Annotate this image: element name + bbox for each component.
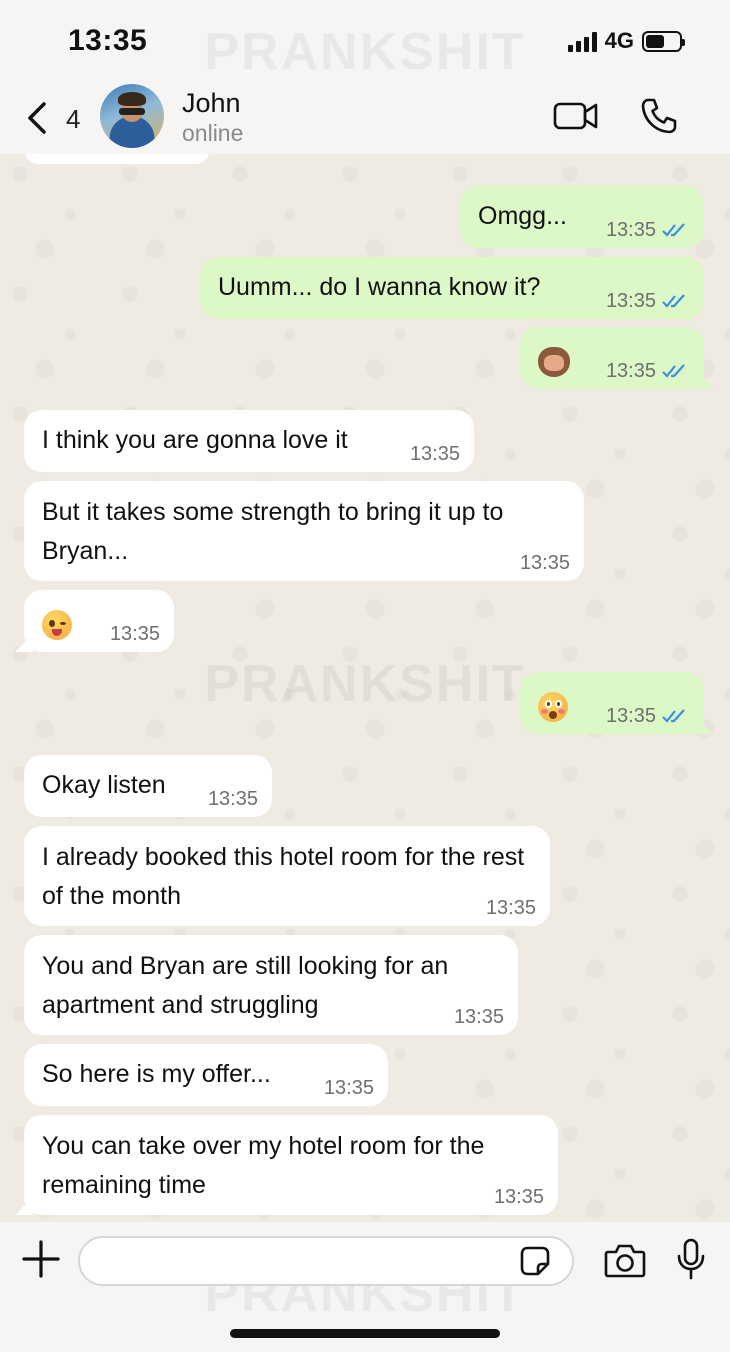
battery-icon bbox=[642, 30, 685, 52]
message-bubble-incoming[interactable]: You can take over my hotel room for the … bbox=[24, 1115, 558, 1215]
message-meta: 13:35 bbox=[208, 787, 258, 811]
message-time: 13:35 bbox=[409, 443, 460, 465]
message-time: 13:35 bbox=[485, 897, 536, 919]
input-bar: PRANKSHIT bbox=[0, 1222, 730, 1352]
network-type: 4G bbox=[604, 28, 634, 53]
message-time: 13:35 bbox=[323, 1077, 374, 1099]
message-time: 13:35 bbox=[493, 1186, 544, 1208]
message-meta: 13:35 bbox=[324, 1076, 374, 1100]
microphone-icon[interactable] bbox=[676, 1238, 706, 1280]
message-meta: 13:35 bbox=[606, 289, 690, 313]
message-text: But it takes some strength to bring it u… bbox=[42, 498, 504, 565]
contact-name[interactable]: John bbox=[182, 88, 241, 119]
message-bubble-incoming[interactable]: So here is my offer... 13:35 bbox=[24, 1044, 388, 1106]
status-indicators: 4G bbox=[567, 28, 685, 54]
message-time: 13:35 bbox=[109, 623, 160, 645]
message-bubble-incoming[interactable]: But it takes some strength to bring it u… bbox=[24, 481, 584, 581]
message-bubble-incoming[interactable]: I already booked this hotel room for the… bbox=[24, 826, 550, 926]
message-bubble-incoming[interactable]: You and Bryan are still looking for an a… bbox=[24, 935, 518, 1035]
message-bubble-incoming[interactable]: Okay listen 13:35 bbox=[24, 755, 272, 817]
plus-icon[interactable] bbox=[22, 1240, 60, 1278]
message-bubble-incoming[interactable]: I think you are gonna love it 13:35 bbox=[24, 410, 474, 472]
message-bubble-outgoing[interactable]: 13:35 bbox=[520, 672, 704, 734]
message-input[interactable] bbox=[78, 1236, 574, 1286]
message-meta: 13:35 bbox=[494, 1185, 544, 1209]
flushed-face-emoji bbox=[538, 692, 568, 723]
status-bar: 13:35 PRANKSHIT 4G bbox=[0, 0, 730, 82]
chat-header: 4 John online bbox=[0, 82, 730, 154]
message-bubble-incoming[interactable]: 13:35 bbox=[24, 590, 174, 652]
message-meta: 13:35 bbox=[110, 622, 160, 646]
message-time: 13:35 bbox=[605, 219, 656, 241]
message-time: 13:35 bbox=[519, 552, 570, 574]
message-time: 13:35 bbox=[605, 705, 656, 727]
message-time: 13:35 bbox=[453, 1006, 504, 1028]
avatar[interactable] bbox=[100, 84, 164, 148]
sticker-icon[interactable] bbox=[518, 1244, 552, 1278]
message-time: 13:35 bbox=[605, 290, 656, 312]
message-text: I think you are gonna love it bbox=[42, 426, 348, 454]
see-no-evil-monkey-emoji bbox=[538, 347, 570, 378]
read-ticks-icon bbox=[662, 294, 685, 308]
message-text: You and Bryan are still looking for an a… bbox=[42, 952, 449, 1019]
message-time: 13:35 bbox=[605, 360, 656, 382]
previous-message-bubble[interactable] bbox=[24, 154, 210, 164]
home-indicator[interactable] bbox=[230, 1329, 500, 1338]
message-meta: 13:35 bbox=[486, 896, 536, 920]
signal-icon bbox=[567, 30, 597, 52]
phone-call-icon[interactable] bbox=[640, 97, 678, 135]
message-text: So here is my offer... bbox=[42, 1060, 271, 1088]
message-time: 13:35 bbox=[207, 788, 258, 810]
winking-tongue-face-emoji bbox=[42, 610, 72, 641]
message-meta: 13:35 bbox=[520, 551, 570, 575]
message-meta: 13:35 bbox=[606, 704, 690, 728]
read-ticks-icon bbox=[662, 709, 685, 723]
contact-status: online bbox=[182, 120, 244, 146]
message-meta: 13:35 bbox=[606, 359, 690, 383]
chat-area[interactable]: PRANKSHIT Omgg... 13:35 Uumm... do I wan… bbox=[0, 154, 730, 1222]
video-call-icon[interactable] bbox=[553, 100, 599, 132]
message-bubble-outgoing[interactable]: 13:35 bbox=[520, 327, 704, 389]
camera-icon[interactable] bbox=[604, 1242, 646, 1278]
message-bubble-outgoing[interactable]: Omgg... 13:35 bbox=[460, 186, 704, 248]
message-meta: 13:35 bbox=[454, 1005, 504, 1029]
message-bubble-outgoing[interactable]: Uumm... do I wanna know it? 13:35 bbox=[200, 257, 704, 319]
read-ticks-icon bbox=[662, 364, 685, 378]
read-ticks-icon bbox=[662, 223, 685, 237]
back-chevron-icon[interactable] bbox=[26, 102, 48, 134]
message-text: I already booked this hotel room for the… bbox=[42, 843, 525, 910]
message-meta: 13:35 bbox=[606, 218, 690, 242]
message-text: You can take over my hotel room for the … bbox=[42, 1132, 485, 1199]
unread-count[interactable]: 4 bbox=[66, 104, 80, 135]
message-meta: 13:35 bbox=[410, 442, 460, 466]
